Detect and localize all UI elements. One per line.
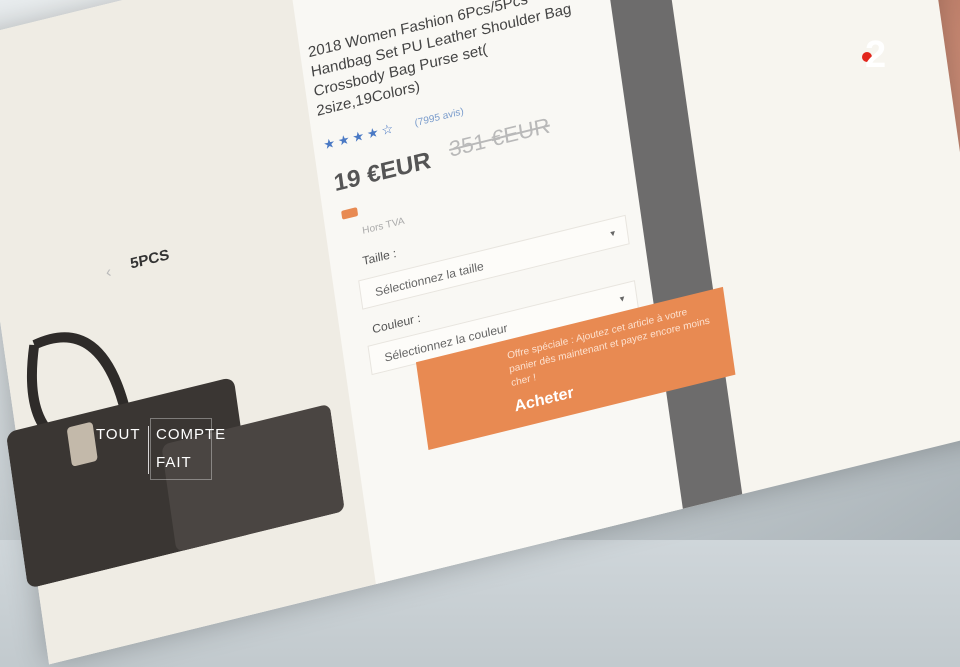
watermark-word: TOUT (96, 426, 141, 443)
caret-down-icon: ▼ (608, 228, 618, 239)
watermark-divider (148, 426, 149, 474)
channel-logo: 2 (865, 34, 887, 76)
watermark-word: COMPTE (156, 426, 227, 443)
buy-button[interactable]: Acheter (513, 384, 574, 415)
watermark-word: FAIT (156, 454, 192, 471)
bag-buckle (67, 422, 98, 467)
printed-page: × ‹ 5PCS 2018 Women Fashion 6Pcs/5Pcs Ha… (0, 0, 960, 665)
